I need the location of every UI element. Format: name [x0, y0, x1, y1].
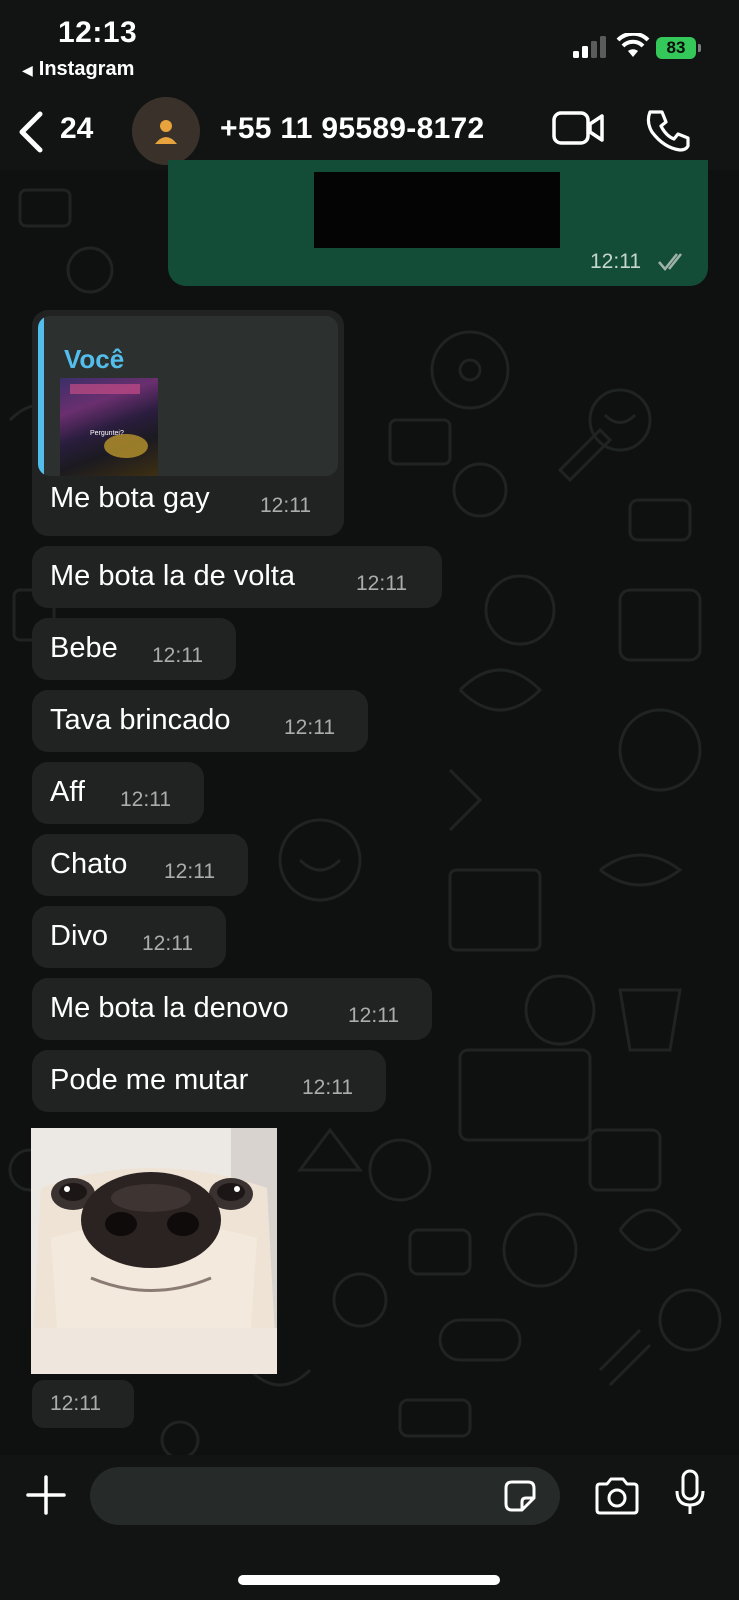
message-text: Divo: [50, 920, 109, 952]
image-message[interactable]: [31, 1128, 277, 1374]
microphone-icon[interactable]: [674, 1469, 706, 1517]
video-call-icon[interactable]: [552, 110, 604, 146]
person-icon: [155, 120, 177, 144]
message-text: Tava brincado: [50, 704, 231, 736]
message-input[interactable]: [90, 1467, 560, 1525]
message-text: Me bota la denovo: [50, 992, 289, 1024]
message-text: Me bota gay: [50, 482, 210, 514]
back-to-app-link[interactable]: ◀ Instagram: [22, 58, 134, 81]
chat-header: 24 +55 11 95589-8172: [0, 92, 739, 170]
message-time: 12:11: [50, 1392, 101, 1415]
message-time: 12:11: [142, 932, 193, 955]
message-time: 12:11: [348, 1004, 399, 1027]
thumb-light: [104, 434, 148, 458]
battery-level: 83: [666, 38, 686, 57]
message-text: Chato: [50, 848, 128, 880]
image-time-pill: 12:11: [32, 1380, 134, 1428]
home-indicator: [238, 1575, 500, 1585]
quoted-media-thumbnail: Perguntei?: [60, 378, 158, 476]
contact-name[interactable]: +55 11 95589-8172: [220, 112, 485, 146]
cellular-signal-icon: [573, 36, 606, 58]
quote-author: Você: [64, 344, 125, 374]
message-bubble[interactable]: Bebe 12:11: [32, 618, 236, 680]
double-check-icon: [658, 253, 682, 271]
clock: 12:13: [58, 16, 138, 49]
unread-count[interactable]: 24: [60, 112, 93, 146]
message-bubble[interactable]: Chato 12:11: [32, 834, 248, 896]
status-bar: 12:13 ◀ Instagram 83: [0, 0, 739, 92]
message-bubble[interactable]: Me bota la denovo 12:11: [32, 978, 432, 1040]
quote-accent-bar: [38, 316, 44, 476]
quoted-message[interactable]: Você Perguntei?: [38, 316, 338, 476]
battery-tip: [698, 44, 701, 52]
composer-bar: [0, 1455, 739, 1600]
message-bubble[interactable]: Me bota la de volta 12:11: [32, 546, 442, 608]
voice-call-icon[interactable]: [646, 108, 690, 152]
message-time: 12:11: [120, 788, 171, 811]
back-chevron-icon[interactable]: [16, 110, 46, 154]
message-time: 12:11: [590, 250, 641, 273]
reply-message-bubble[interactable]: Você Perguntei? Me bota gay 12:11: [32, 310, 344, 536]
message-bubble[interactable]: Aff 12:11: [32, 762, 204, 824]
message-time: 12:11: [260, 494, 311, 517]
dog-photo: [31, 1128, 277, 1374]
message-text: Pode me mutar: [50, 1064, 249, 1096]
message-time: 12:11: [152, 644, 203, 667]
message-text: Bebe: [50, 632, 118, 664]
sticker-icon[interactable]: [502, 1478, 538, 1514]
message-text: Me bota la de volta: [50, 560, 296, 592]
message-time: 12:11: [284, 716, 335, 739]
wifi-icon: [616, 33, 650, 57]
message-time: 12:11: [356, 572, 407, 595]
message-time: 12:11: [302, 1076, 353, 1099]
thumb-light: [70, 384, 140, 394]
back-app-label: Instagram: [38, 58, 135, 80]
outgoing-media-thumbnail[interactable]: [314, 172, 560, 248]
message-time: 12:11: [164, 860, 215, 883]
message-bubble[interactable]: Divo 12:11: [32, 906, 226, 968]
camera-icon[interactable]: [594, 1477, 640, 1515]
battery-indicator: 83: [656, 37, 696, 59]
contact-avatar[interactable]: [132, 97, 200, 165]
message-bubble[interactable]: Tava brincado 12:11: [32, 690, 368, 752]
back-triangle-icon: ◀: [22, 62, 33, 78]
plus-icon[interactable]: [26, 1475, 66, 1515]
message-text: Aff: [50, 776, 85, 808]
message-bubble[interactable]: Pode me mutar 12:11: [32, 1050, 386, 1112]
thumbnail-caption: Perguntei?: [90, 430, 124, 437]
